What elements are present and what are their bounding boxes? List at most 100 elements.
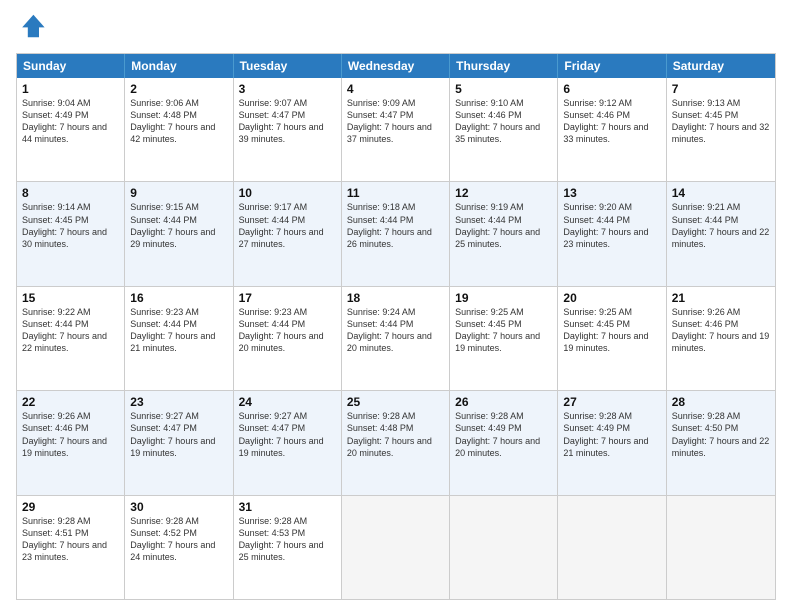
calendar-row: 8Sunrise: 9:14 AMSunset: 4:45 PMDaylight… [17,181,775,285]
day-number: 27 [563,395,660,409]
day-number: 25 [347,395,444,409]
calendar-cell: 26Sunrise: 9:28 AMSunset: 4:49 PMDayligh… [450,391,558,494]
day-number: 11 [347,186,444,200]
cell-details: Sunrise: 9:23 AMSunset: 4:44 PMDaylight:… [130,306,227,355]
cell-details: Sunrise: 9:09 AMSunset: 4:47 PMDaylight:… [347,97,444,146]
calendar-cell: 8Sunrise: 9:14 AMSunset: 4:45 PMDaylight… [17,182,125,285]
day-number: 9 [130,186,227,200]
day-number: 8 [22,186,119,200]
calendar-cell: 6Sunrise: 9:12 AMSunset: 4:46 PMDaylight… [558,78,666,181]
calendar-cell: 3Sunrise: 9:07 AMSunset: 4:47 PMDaylight… [234,78,342,181]
cell-details: Sunrise: 9:04 AMSunset: 4:49 PMDaylight:… [22,97,119,146]
calendar-cell: 11Sunrise: 9:18 AMSunset: 4:44 PMDayligh… [342,182,450,285]
calendar-cell: 7Sunrise: 9:13 AMSunset: 4:45 PMDaylight… [667,78,775,181]
cell-details: Sunrise: 9:15 AMSunset: 4:44 PMDaylight:… [130,201,227,250]
logo [16,12,50,45]
cell-details: Sunrise: 9:13 AMSunset: 4:45 PMDaylight:… [672,97,770,146]
calendar-cell: 29Sunrise: 9:28 AMSunset: 4:51 PMDayligh… [17,496,125,599]
cell-details: Sunrise: 9:20 AMSunset: 4:44 PMDaylight:… [563,201,660,250]
day-number: 2 [130,82,227,96]
cell-details: Sunrise: 9:19 AMSunset: 4:44 PMDaylight:… [455,201,552,250]
day-number: 14 [672,186,770,200]
calendar-cell: 19Sunrise: 9:25 AMSunset: 4:45 PMDayligh… [450,287,558,390]
calendar-header: SundayMondayTuesdayWednesdayThursdayFrid… [17,54,775,78]
calendar: SundayMondayTuesdayWednesdayThursdayFrid… [16,53,776,600]
day-number: 22 [22,395,119,409]
calendar-cell: 5Sunrise: 9:10 AMSunset: 4:46 PMDaylight… [450,78,558,181]
day-number: 20 [563,291,660,305]
calendar-header-cell: Thursday [450,54,558,78]
day-number: 3 [239,82,336,96]
calendar-row: 15Sunrise: 9:22 AMSunset: 4:44 PMDayligh… [17,286,775,390]
day-number: 10 [239,186,336,200]
day-number: 31 [239,500,336,514]
calendar-cell: 24Sunrise: 9:27 AMSunset: 4:47 PMDayligh… [234,391,342,494]
calendar-header-cell: Tuesday [234,54,342,78]
calendar-header-cell: Sunday [17,54,125,78]
cell-details: Sunrise: 9:27 AMSunset: 4:47 PMDaylight:… [130,410,227,459]
day-number: 6 [563,82,660,96]
day-number: 5 [455,82,552,96]
calendar-cell: 17Sunrise: 9:23 AMSunset: 4:44 PMDayligh… [234,287,342,390]
cell-details: Sunrise: 9:27 AMSunset: 4:47 PMDaylight:… [239,410,336,459]
calendar-header-cell: Friday [558,54,666,78]
calendar-cell: 22Sunrise: 9:26 AMSunset: 4:46 PMDayligh… [17,391,125,494]
calendar-cell: 27Sunrise: 9:28 AMSunset: 4:49 PMDayligh… [558,391,666,494]
cell-details: Sunrise: 9:25 AMSunset: 4:45 PMDaylight:… [455,306,552,355]
cell-details: Sunrise: 9:26 AMSunset: 4:46 PMDaylight:… [672,306,770,355]
calendar-cell: 31Sunrise: 9:28 AMSunset: 4:53 PMDayligh… [234,496,342,599]
day-number: 7 [672,82,770,96]
cell-details: Sunrise: 9:10 AMSunset: 4:46 PMDaylight:… [455,97,552,146]
calendar-row: 1Sunrise: 9:04 AMSunset: 4:49 PMDaylight… [17,78,775,181]
day-number: 1 [22,82,119,96]
cell-details: Sunrise: 9:25 AMSunset: 4:45 PMDaylight:… [563,306,660,355]
calendar-cell: 25Sunrise: 9:28 AMSunset: 4:48 PMDayligh… [342,391,450,494]
cell-details: Sunrise: 9:28 AMSunset: 4:52 PMDaylight:… [130,515,227,564]
calendar-row: 22Sunrise: 9:26 AMSunset: 4:46 PMDayligh… [17,390,775,494]
day-number: 15 [22,291,119,305]
day-number: 12 [455,186,552,200]
day-number: 4 [347,82,444,96]
day-number: 19 [455,291,552,305]
day-number: 16 [130,291,227,305]
calendar-cell: 23Sunrise: 9:27 AMSunset: 4:47 PMDayligh… [125,391,233,494]
header [16,12,776,45]
cell-details: Sunrise: 9:07 AMSunset: 4:47 PMDaylight:… [239,97,336,146]
calendar-cell: 21Sunrise: 9:26 AMSunset: 4:46 PMDayligh… [667,287,775,390]
cell-details: Sunrise: 9:28 AMSunset: 4:50 PMDaylight:… [672,410,770,459]
day-number: 21 [672,291,770,305]
calendar-cell: 12Sunrise: 9:19 AMSunset: 4:44 PMDayligh… [450,182,558,285]
day-number: 24 [239,395,336,409]
cell-details: Sunrise: 9:28 AMSunset: 4:51 PMDaylight:… [22,515,119,564]
day-number: 28 [672,395,770,409]
calendar-header-cell: Monday [125,54,233,78]
calendar-cell: 18Sunrise: 9:24 AMSunset: 4:44 PMDayligh… [342,287,450,390]
day-number: 18 [347,291,444,305]
calendar-cell: 20Sunrise: 9:25 AMSunset: 4:45 PMDayligh… [558,287,666,390]
day-number: 30 [130,500,227,514]
cell-details: Sunrise: 9:28 AMSunset: 4:53 PMDaylight:… [239,515,336,564]
cell-details: Sunrise: 9:17 AMSunset: 4:44 PMDaylight:… [239,201,336,250]
calendar-row: 29Sunrise: 9:28 AMSunset: 4:51 PMDayligh… [17,495,775,599]
calendar-cell: 30Sunrise: 9:28 AMSunset: 4:52 PMDayligh… [125,496,233,599]
cell-details: Sunrise: 9:21 AMSunset: 4:44 PMDaylight:… [672,201,770,250]
calendar-header-cell: Wednesday [342,54,450,78]
calendar-cell [342,496,450,599]
calendar-header-cell: Saturday [667,54,775,78]
day-number: 23 [130,395,227,409]
calendar-cell [450,496,558,599]
cell-details: Sunrise: 9:28 AMSunset: 4:49 PMDaylight:… [563,410,660,459]
page: SundayMondayTuesdayWednesdayThursdayFrid… [0,0,792,612]
calendar-cell: 28Sunrise: 9:28 AMSunset: 4:50 PMDayligh… [667,391,775,494]
cell-details: Sunrise: 9:22 AMSunset: 4:44 PMDaylight:… [22,306,119,355]
calendar-body: 1Sunrise: 9:04 AMSunset: 4:49 PMDaylight… [17,78,775,599]
calendar-cell: 14Sunrise: 9:21 AMSunset: 4:44 PMDayligh… [667,182,775,285]
calendar-cell [667,496,775,599]
calendar-cell: 13Sunrise: 9:20 AMSunset: 4:44 PMDayligh… [558,182,666,285]
cell-details: Sunrise: 9:28 AMSunset: 4:49 PMDaylight:… [455,410,552,459]
cell-details: Sunrise: 9:23 AMSunset: 4:44 PMDaylight:… [239,306,336,355]
cell-details: Sunrise: 9:18 AMSunset: 4:44 PMDaylight:… [347,201,444,250]
day-number: 26 [455,395,552,409]
calendar-cell: 10Sunrise: 9:17 AMSunset: 4:44 PMDayligh… [234,182,342,285]
cell-details: Sunrise: 9:06 AMSunset: 4:48 PMDaylight:… [130,97,227,146]
